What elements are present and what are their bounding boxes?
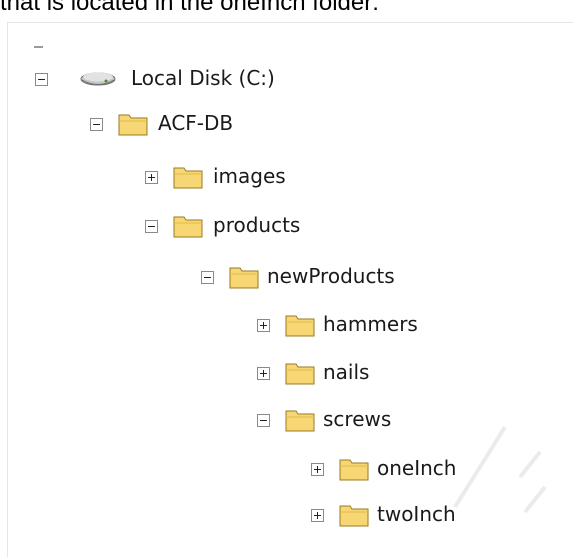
collapse-toggle-icon[interactable] bbox=[35, 73, 48, 86]
folder-icon bbox=[285, 315, 315, 337]
collapse-toggle-icon[interactable] bbox=[145, 220, 158, 233]
collapse-toggle-icon[interactable] bbox=[201, 271, 214, 284]
expand-toggle-icon[interactable] bbox=[311, 463, 324, 476]
folder-tree-panel bbox=[7, 22, 573, 557]
tree-item-label: nails bbox=[323, 360, 370, 384]
expand-toggle-icon[interactable] bbox=[145, 171, 158, 184]
expand-toggle-icon[interactable] bbox=[257, 319, 270, 332]
folder-icon bbox=[285, 410, 315, 432]
folder-icon bbox=[339, 505, 369, 527]
folder-icon bbox=[118, 114, 148, 136]
folder-icon bbox=[173, 216, 203, 238]
hard-drive-icon bbox=[80, 72, 116, 86]
tree-item-label: screws bbox=[323, 407, 392, 431]
expand-toggle-icon[interactable] bbox=[257, 367, 270, 380]
tree-item-label: images bbox=[213, 164, 286, 188]
tree-item-label: ACF-DB bbox=[158, 111, 234, 135]
folder-icon bbox=[339, 459, 369, 481]
folder-icon bbox=[173, 167, 203, 189]
collapse-toggle-icon[interactable] bbox=[90, 118, 103, 131]
folder-icon bbox=[229, 267, 259, 289]
tree-item-label: products bbox=[213, 213, 301, 237]
tree-item-label: Local Disk (C:) bbox=[131, 66, 275, 90]
expand-toggle-icon[interactable] bbox=[311, 509, 324, 522]
folder-icon bbox=[285, 363, 315, 385]
tree-connector-dash bbox=[34, 46, 43, 48]
tree-item-label: twoInch bbox=[377, 502, 456, 526]
tree-item-label: hammers bbox=[323, 312, 418, 336]
caption-text: that is located in the oneInch folder: bbox=[0, 0, 379, 16]
tree-item-label: oneInch bbox=[377, 456, 457, 480]
tree-item-label: newProducts bbox=[267, 264, 395, 288]
collapse-toggle-icon[interactable] bbox=[257, 414, 270, 427]
